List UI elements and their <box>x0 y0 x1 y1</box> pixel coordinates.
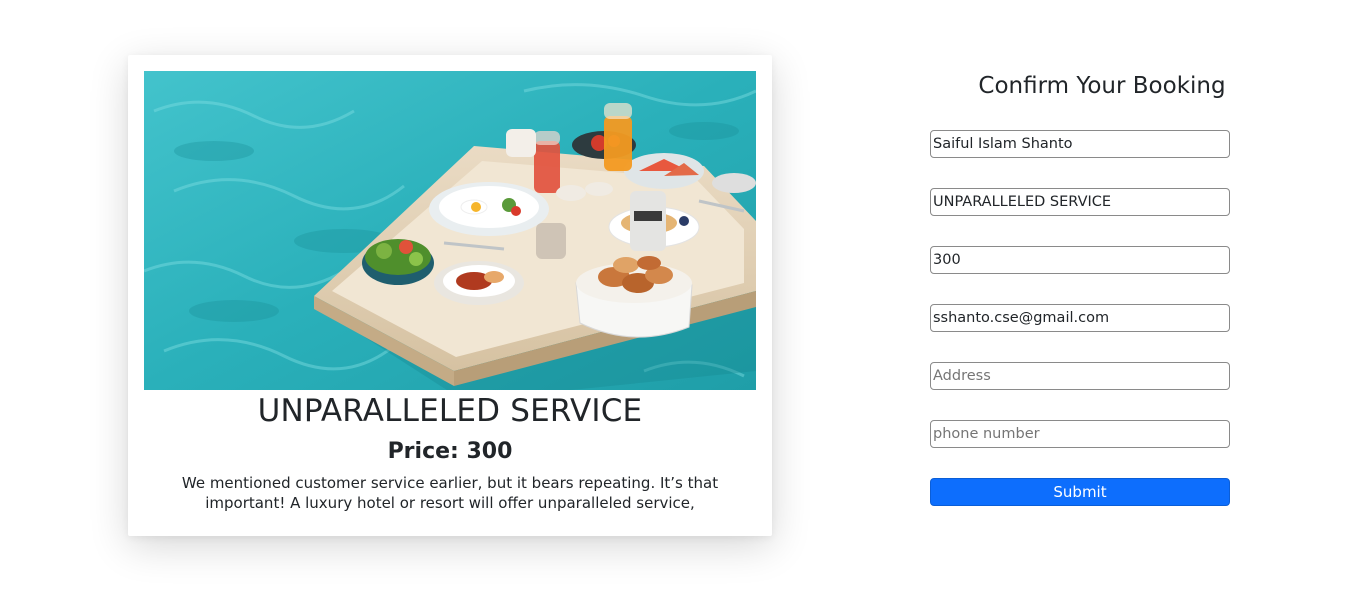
address-field[interactable] <box>930 362 1230 390</box>
service-card: UNPARALLELED SERVICE Price: 300 We menti… <box>128 55 772 536</box>
service-description: We mentioned customer service earlier, b… <box>181 474 719 512</box>
email-field[interactable] <box>930 304 1230 332</box>
phone-field[interactable] <box>930 420 1230 448</box>
price-field[interactable] <box>930 246 1230 274</box>
submit-button[interactable]: Submit <box>930 478 1230 506</box>
booking-form-title: Confirm Your Booking <box>978 73 1226 99</box>
service-price: Price: 300 <box>387 439 513 464</box>
service-image <box>144 71 756 390</box>
service-title: UNPARALLELED SERVICE <box>257 393 643 429</box>
name-field[interactable] <box>930 130 1230 158</box>
service-name-field[interactable] <box>930 188 1230 216</box>
